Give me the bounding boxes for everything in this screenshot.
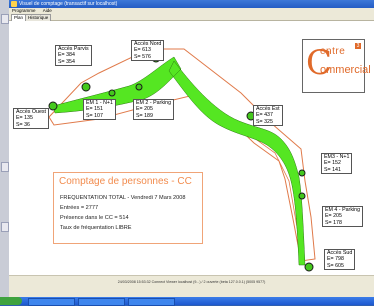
summary-title: Comptage de personnes - CC <box>59 176 192 187</box>
counter-node-parvis[interactable] <box>81 82 91 92</box>
desktop-file-icon[interactable] <box>1 222 9 232</box>
summary-total: FREQUENTATION TOTAL - Vendredi 7 Mars 20… <box>60 195 186 201</box>
summary-presence: Présence dans le CC = 514 <box>60 215 129 221</box>
summary-entries: Entrées = 2777 <box>60 205 99 211</box>
status-bar: 24/03/2008 15:53:32 Connect Viewer local… <box>9 275 374 298</box>
summary-rate: Taux de fréquentation LIBRE <box>60 225 132 231</box>
logo-badge: 3 <box>355 43 361 49</box>
counter-label-sud: Accès Sud E= 798 S= 605 <box>324 249 356 270</box>
start-button[interactable] <box>0 297 22 305</box>
plan-canvas: Accès Parvis E= 384 S= 354 Accès Nord E=… <box>9 21 374 275</box>
counter-label-em4: EM 4 - Parking E= 205 S= 178 <box>322 206 364 227</box>
taskbar <box>0 297 374 306</box>
counter-node-em3[interactable] <box>298 169 306 177</box>
counter-node-em1[interactable] <box>108 89 116 97</box>
tab-strip: Plan Historique <box>9 14 374 21</box>
tab-plan[interactable]: Plan <box>11 14 27 21</box>
counter-label-em1: EM 1 - N+1 E= 151 S= 107 <box>83 99 116 120</box>
desktop-file-icon[interactable] <box>1 162 9 172</box>
status-text: 24/03/2008 15:53:32 Connect Viewer local… <box>117 280 266 284</box>
desktop-file-icon[interactable] <box>1 14 9 24</box>
counter-label-em2: EM 2 - Parking E= 205 S= 189 <box>133 99 175 120</box>
logo-word-entre: entre <box>320 46 346 57</box>
centre-commercial-logo: C entre ommercial 3 <box>302 39 371 93</box>
app-icon <box>11 1 17 7</box>
summary-panel: Comptage de personnes - CC FREQUENTATION… <box>53 172 203 244</box>
title-bar[interactable]: Visuel de comptage (transactif sur local… <box>9 0 374 8</box>
counter-node-sud[interactable] <box>304 262 314 272</box>
app-window: Visuel de comptage (transactif sur local… <box>9 0 374 298</box>
menu-programme[interactable]: Programme <box>12 8 36 13</box>
counter-node-ouest[interactable] <box>48 101 58 111</box>
tab-historique[interactable]: Historique <box>25 14 52 21</box>
counter-label-nord: Accès Nord E= 613 S= 576 <box>131 40 165 61</box>
counter-label-em3: EM3 - N+1 E= 152 S= 141 <box>321 153 353 174</box>
counter-label-ouest: Accès Ouest E= 135 S= 36 <box>13 108 50 129</box>
window-title: Visuel de comptage (transactif sur local… <box>19 1 118 7</box>
counter-label-parvis: Accès Parvis E= 384 S= 354 <box>55 45 92 66</box>
logo-word-commercial: ommercial <box>320 64 371 76</box>
menu-aide[interactable]: Aide <box>43 8 52 13</box>
counter-node-em4[interactable] <box>298 192 306 200</box>
counter-node-em2[interactable] <box>135 83 143 91</box>
counter-label-est: Accès Est E= 437 S= 325 <box>253 105 283 126</box>
desktop-strip <box>0 0 9 305</box>
